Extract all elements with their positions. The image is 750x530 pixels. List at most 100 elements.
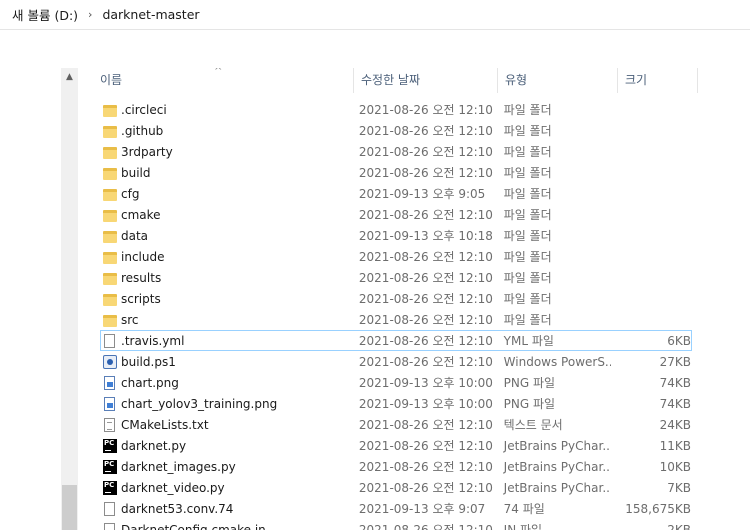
file-row[interactable]: chart.png 2021-09-13 오후 10:00 PNG 파일 74KB <box>100 372 692 393</box>
file-row[interactable]: PC darknet_images.py 2021-08-26 오전 12:10 Je… <box>100 456 692 477</box>
file-size: 27KB <box>659 354 691 369</box>
text-file-icon <box>104 417 115 432</box>
file-size: 10KB <box>659 459 691 474</box>
file-size: 74KB <box>659 396 691 411</box>
scroll-up-arrow-icon[interactable]: ▲ <box>61 68 78 85</box>
folder-icon <box>103 188 117 201</box>
file-name: include <box>121 249 165 264</box>
file-size: 7KB <box>667 480 691 495</box>
column-header-size[interactable]: 크기 <box>618 68 698 93</box>
file-type: 파일 폴더 <box>503 292 552 306</box>
file-row[interactable]: src 2021-08-26 오전 12:10 파일 폴더 <box>100 309 692 330</box>
file-type: IN 파일 <box>503 523 543 530</box>
folder-icon <box>103 146 117 159</box>
file-name: cfg <box>121 186 140 201</box>
file-row[interactable]: DarknetConfig.cmake.in 2021-08-26 오전 12:1… <box>100 519 692 530</box>
breadcrumb-folder[interactable]: darknet-master <box>98 7 203 22</box>
file-type: 파일 폴더 <box>503 208 552 222</box>
file-type: 파일 폴더 <box>503 271 552 285</box>
pycharm-icon: PC <box>103 438 117 453</box>
file-type: 파일 폴더 <box>503 187 552 201</box>
file-row[interactable]: build.ps1 2021-08-26 오전 12:10 Windows Powe… <box>100 351 692 372</box>
file-name: darknet_video.py <box>121 480 225 495</box>
file-name: .circleci <box>121 102 167 117</box>
file-type: 텍스트 문서 <box>503 418 563 432</box>
file-type: JetBrains PyChar... <box>503 459 611 474</box>
file-modified-date: 2021-08-26 오전 12:10 <box>358 271 493 285</box>
file-list[interactable]: ^ 이름 수정한 날짜 유형 크기 .circleci 2021-08-26 오전… <box>78 68 750 530</box>
file-row[interactable]: build 2021-08-26 오전 12:10 파일 폴더 <box>100 162 692 183</box>
folder-icon <box>103 272 117 285</box>
file-name: build.ps1 <box>121 354 176 369</box>
file-type: PNG 파일 <box>503 397 556 411</box>
file-modified-date: 2021-08-26 오전 12:10 <box>358 418 493 432</box>
file-name: darknet.py <box>121 438 187 453</box>
file-row[interactable]: include 2021-08-26 오전 12:10 파일 폴더 <box>100 246 692 267</box>
folder-icon <box>103 104 117 117</box>
file-row[interactable]: darknet53.conv.74 2021-09-13 오후 9:07 74 파일… <box>100 498 692 519</box>
breadcrumb-drive[interactable]: 새 볼륨 (D:) <box>8 5 82 24</box>
file-name: results <box>121 270 162 285</box>
file-name: .travis.yml <box>121 333 185 348</box>
file-type: PNG 파일 <box>503 376 556 390</box>
column-header-name[interactable]: ^ 이름 <box>78 68 354 93</box>
file-name: darknet_images.py <box>121 459 236 474</box>
file-modified-date: 2021-09-13 오후 10:00 <box>358 397 493 411</box>
scroll-thumb[interactable] <box>62 485 77 530</box>
file-type: JetBrains PyChar... <box>503 438 611 453</box>
file-row[interactable]: .circleci 2021-08-26 오전 12:10 파일 폴더 <box>100 99 692 120</box>
file-modified-date: 2021-09-13 오후 9:07 <box>358 502 486 516</box>
file-row[interactable]: data 2021-09-13 오후 10:18 파일 폴더 <box>100 225 692 246</box>
file-modified-date: 2021-08-26 오전 12:10 <box>358 103 493 117</box>
folder-icon <box>103 293 117 306</box>
folder-icon <box>103 209 117 222</box>
file-size: 2KB <box>667 522 691 530</box>
file-type: Windows PowerS... <box>503 354 611 369</box>
address-bar[interactable]: 새 볼륨 (D:) › darknet-master <box>0 0 750 30</box>
column-header-name-label: 이름 <box>100 73 123 87</box>
file-size: 24KB <box>659 417 691 432</box>
file-size: 11KB <box>659 438 691 453</box>
file-name: cmake <box>121 207 161 222</box>
file-size: 6KB <box>667 333 691 348</box>
file-row[interactable]: PC darknet_video.py 2021-08-26 오전 12:10 Jet… <box>100 477 692 498</box>
file-modified-date: 2021-08-26 오전 12:10 <box>358 166 493 180</box>
file-modified-date: 2021-08-26 오전 12:10 <box>358 292 493 306</box>
file-row[interactable]: scripts 2021-08-26 오전 12:10 파일 폴더 <box>100 288 692 309</box>
column-header-type[interactable]: 유형 <box>498 68 618 93</box>
vertical-scrollbar[interactable]: ▲ <box>61 68 78 530</box>
file-icon <box>104 501 115 516</box>
file-row[interactable]: 3rdparty 2021-08-26 오전 12:10 파일 폴더 <box>100 141 692 162</box>
chevron-right-icon[interactable]: › <box>82 8 98 21</box>
file-row[interactable]: CMakeLists.txt 2021-08-26 오전 12:10 텍스트 문서 2… <box>100 414 692 435</box>
file-type: 파일 폴더 <box>503 250 552 264</box>
powershell-icon <box>103 354 117 369</box>
scroll-track[interactable] <box>61 85 78 530</box>
file-modified-date: 2021-08-26 오전 12:10 <box>358 523 493 530</box>
file-row[interactable]: .github 2021-08-26 오전 12:10 파일 폴더 <box>100 120 692 141</box>
file-name: chart.png <box>121 375 179 390</box>
folder-icon <box>103 230 117 243</box>
file-row[interactable]: chart_yolov3_training.png 2021-09-13 오후 1… <box>100 393 692 414</box>
file-row[interactable]: cmake 2021-08-26 오전 12:10 파일 폴더 <box>100 204 692 225</box>
file-name: .github <box>121 123 164 138</box>
file-name: darknet53.conv.74 <box>121 501 234 516</box>
file-row[interactable]: results 2021-08-26 오전 12:10 파일 폴더 <box>100 267 692 288</box>
file-row[interactable]: .travis.yml 2021-08-26 오전 12:10 YML 파일 6KB <box>100 330 692 351</box>
file-modified-date: 2021-08-26 오전 12:10 <box>358 460 493 474</box>
file-type: 파일 폴더 <box>503 166 552 180</box>
file-modified-date: 2021-08-26 오전 12:10 <box>358 145 493 159</box>
file-icon <box>104 522 115 530</box>
file-modified-date: 2021-08-26 오전 12:10 <box>358 481 493 495</box>
column-header-date[interactable]: 수정한 날짜 <box>354 68 498 93</box>
file-row[interactable]: PC darknet.py 2021-08-26 오전 12:10 JetBrains… <box>100 435 692 456</box>
file-row[interactable]: cfg 2021-09-13 오후 9:05 파일 폴더 <box>100 183 692 204</box>
file-modified-date: 2021-09-13 오후 10:00 <box>358 376 493 390</box>
file-modified-date: 2021-08-26 오전 12:10 <box>358 334 493 348</box>
file-name: CMakeLists.txt <box>121 417 209 432</box>
file-modified-date: 2021-08-26 오전 12:10 <box>358 250 493 264</box>
file-name: scripts <box>121 291 161 306</box>
folder-icon <box>103 125 117 138</box>
folder-icon <box>103 167 117 180</box>
file-type: 파일 폴더 <box>503 229 552 243</box>
